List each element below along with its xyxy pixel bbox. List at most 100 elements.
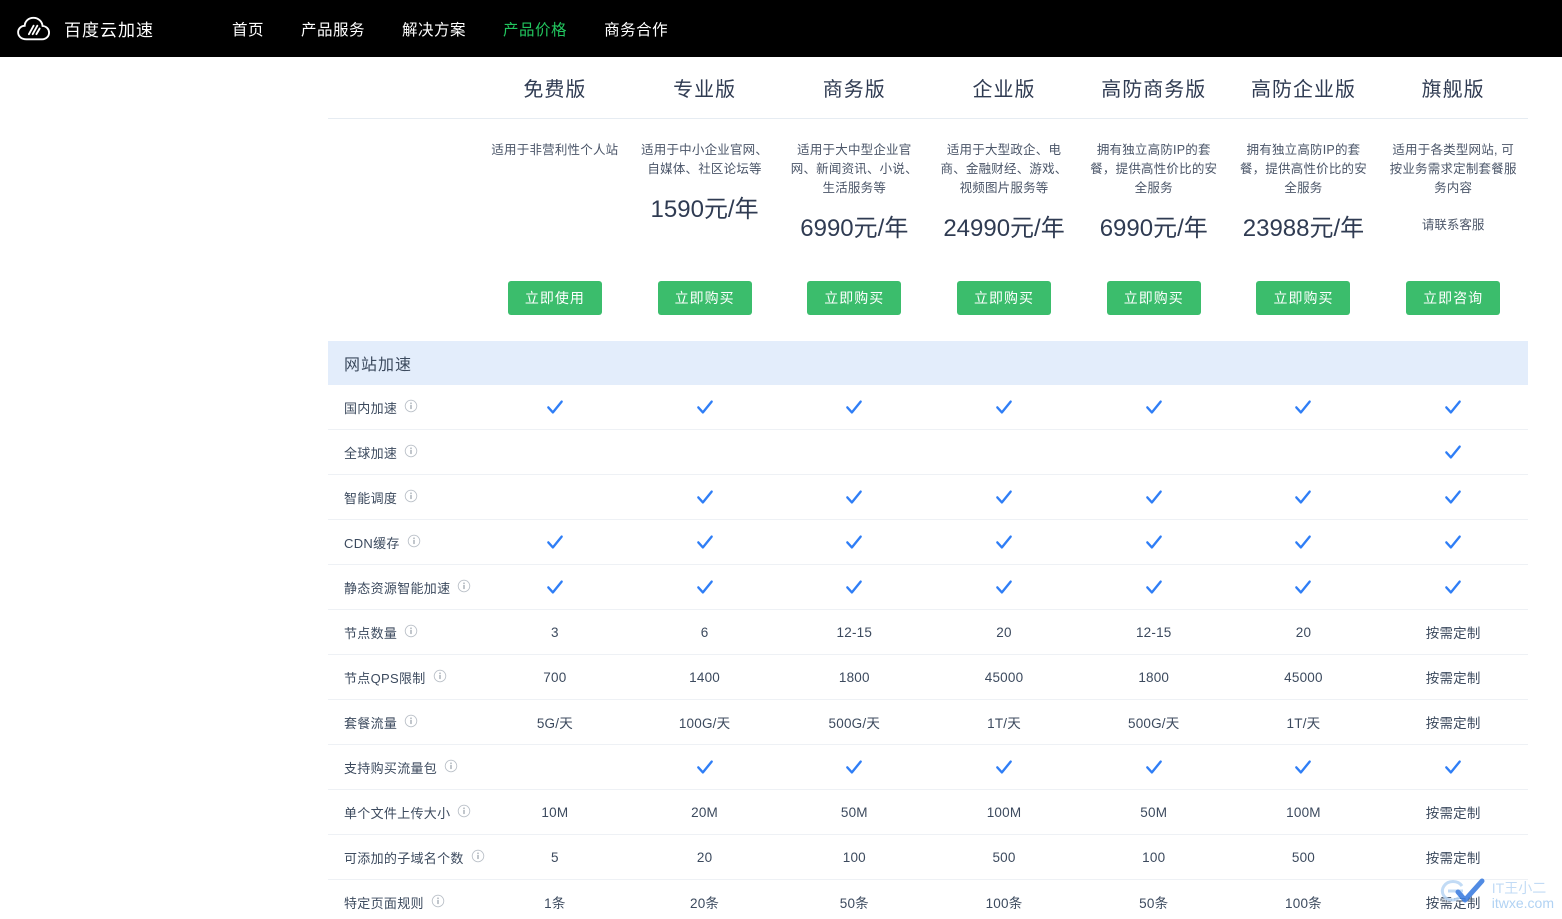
plan-cta-button[interactable]: 立即购买 [807, 281, 901, 315]
brand-name: 百度云加速 [64, 16, 154, 41]
feature-value: 100M [1229, 805, 1379, 820]
plan-cta-button[interactable]: 立即购买 [1256, 281, 1350, 315]
feature-check-icon [1229, 397, 1379, 417]
plan-card: 适用于中小企业官网、自媒体、社区论坛等1590元/年立即购买 [630, 119, 780, 341]
plan-name: 高防商务版 [1079, 73, 1229, 102]
feature-check-icon [1079, 532, 1229, 552]
cloud-speed-logo-icon [16, 14, 54, 44]
plan-header-row: 免费版专业版商务版企业版高防商务版高防企业版旗舰版 [328, 57, 1528, 119]
feature-label: 单个文件上传大小 [344, 803, 450, 822]
feature-label-cell: 智能调度 [328, 488, 480, 507]
feature-check-icon [480, 577, 630, 597]
feature-value: 700 [480, 670, 630, 685]
plan-name: 企业版 [929, 73, 1079, 102]
plan-price: 23988元/年 [1243, 208, 1364, 243]
feature-row: 国内加速 [328, 385, 1528, 430]
plan-card: 适用于大型政企、电商、金融财经、游戏、视频图片服务等24990元/年立即购买 [929, 119, 1079, 341]
nav-item-solutions[interactable]: 解决方案 [402, 18, 466, 40]
info-icon[interactable] [404, 444, 418, 461]
info-icon[interactable] [457, 579, 471, 596]
feature-check-icon [929, 487, 1079, 507]
plan-card: 适用于各类型网站, 可按业务需求定制套餐服务内容请联系客服立即咨询 [1378, 119, 1528, 341]
feature-check-icon [779, 577, 929, 597]
feature-row: 可添加的子域名个数520100500100500按需定制 [328, 835, 1528, 880]
feature-check-icon [1378, 577, 1528, 597]
info-icon[interactable] [407, 534, 421, 551]
feature-check-icon [929, 577, 1079, 597]
feature-value: 5 [480, 850, 630, 865]
feature-row: 支持购买流量包 [328, 745, 1528, 790]
section-title: 网站加速 [344, 351, 412, 375]
feature-check-icon [1229, 532, 1379, 552]
feature-check-icon [1229, 487, 1379, 507]
nav-item-products[interactable]: 产品服务 [301, 18, 365, 40]
feature-value: 20 [630, 850, 780, 865]
feature-label: 节点QPS限制 [344, 668, 426, 687]
plan-card: 拥有独立高防IP的套餐，提供高性价比的安全服务 23988元/年立即购买 [1229, 119, 1379, 341]
feature-value: 500G/天 [779, 712, 929, 732]
info-icon[interactable] [457, 804, 471, 821]
feature-value: 12-15 [1079, 625, 1229, 640]
plan-name: 商务版 [779, 73, 929, 102]
plan-name: 高防企业版 [1229, 73, 1379, 102]
feature-label-cell: 特定页面规则 [328, 893, 480, 912]
feature-row: 静态资源智能加速 [328, 565, 1528, 610]
feature-value: 5G/天 [480, 712, 630, 732]
feature-value: 20 [929, 625, 1079, 640]
feature-rows: 国内加速全球加速智能调度CDN缓存静态资源智能加速节点数量3612-152012… [328, 385, 1528, 919]
feature-value: 3 [480, 625, 630, 640]
feature-check-icon [480, 397, 630, 417]
info-icon[interactable] [404, 624, 418, 641]
plan-price: 6990元/年 [1100, 208, 1208, 243]
feature-label: 全球加速 [344, 443, 397, 462]
feature-check-icon [1378, 442, 1528, 462]
info-icon[interactable] [431, 894, 445, 911]
nav-item-business[interactable]: 商务合作 [604, 18, 668, 40]
feature-label-cell: 静态资源智能加速 [328, 578, 480, 597]
feature-label: 国内加速 [344, 398, 397, 417]
feature-value: 1800 [1079, 670, 1229, 685]
info-icon[interactable] [404, 714, 418, 731]
feature-value: 10M [480, 805, 630, 820]
plan-description: 拥有独立高防IP的套餐，提供高性价比的安全服务 [1089, 141, 1219, 198]
plan-description: 适用于大中型企业官网、新闻资讯、小说、生活服务等 [789, 141, 919, 198]
brand[interactable]: 百度云加速 [16, 14, 154, 44]
feature-value: 50M [779, 805, 929, 820]
plan-description: 适用于中小企业官网、自媒体、社区论坛等 [640, 141, 770, 179]
feature-check-icon [779, 532, 929, 552]
plan-cta-button[interactable]: 立即使用 [508, 281, 602, 315]
feature-label: 节点数量 [344, 623, 397, 642]
info-icon[interactable] [444, 759, 458, 776]
plan-cta-button[interactable]: 立即咨询 [1406, 281, 1500, 315]
pricing-page: 免费版专业版商务版企业版高防商务版高防企业版旗舰版 适用于非营利性个人站立即使用… [0, 57, 1562, 919]
plan-description: 拥有独立高防IP的套餐，提供高性价比的安全服务 [1238, 141, 1368, 198]
info-icon[interactable] [404, 489, 418, 506]
info-icon[interactable] [433, 669, 447, 686]
feature-value: 20条 [630, 892, 780, 912]
plan-cta-button[interactable]: 立即购买 [658, 281, 752, 315]
plan-card: 适用于非营利性个人站立即使用 [480, 119, 630, 341]
feature-row: 智能调度 [328, 475, 1528, 520]
feature-value: 500 [1229, 850, 1379, 865]
feature-row: 节点数量3612-152012-1520按需定制 [328, 610, 1528, 655]
plan-name: 免费版 [480, 73, 630, 102]
feature-value: 6 [630, 625, 780, 640]
feature-label: 支持购买流量包 [344, 758, 437, 777]
feature-check-icon [779, 487, 929, 507]
feature-check-icon [1079, 397, 1229, 417]
feature-value: 20 [1229, 625, 1379, 640]
feature-value: 按需定制 [1378, 802, 1528, 822]
nav-item-pricing[interactable]: 产品价格 [503, 18, 567, 40]
info-icon[interactable] [404, 399, 418, 416]
main-nav: 首页 产品服务 解决方案 产品价格 商务合作 [232, 18, 668, 40]
feature-value: 500 [929, 850, 1079, 865]
feature-label: CDN缓存 [344, 533, 400, 552]
nav-item-home[interactable]: 首页 [232, 18, 264, 40]
feature-check-icon [1378, 397, 1528, 417]
plan-cta-button[interactable]: 立即购买 [1107, 281, 1201, 315]
feature-check-icon [630, 397, 780, 417]
pricing-table: 免费版专业版商务版企业版高防商务版高防企业版旗舰版 适用于非营利性个人站立即使用… [328, 57, 1528, 919]
plan-price: 24990元/年 [943, 208, 1064, 243]
plan-cta-button[interactable]: 立即购买 [957, 281, 1051, 315]
feature-check-icon [1079, 577, 1229, 597]
